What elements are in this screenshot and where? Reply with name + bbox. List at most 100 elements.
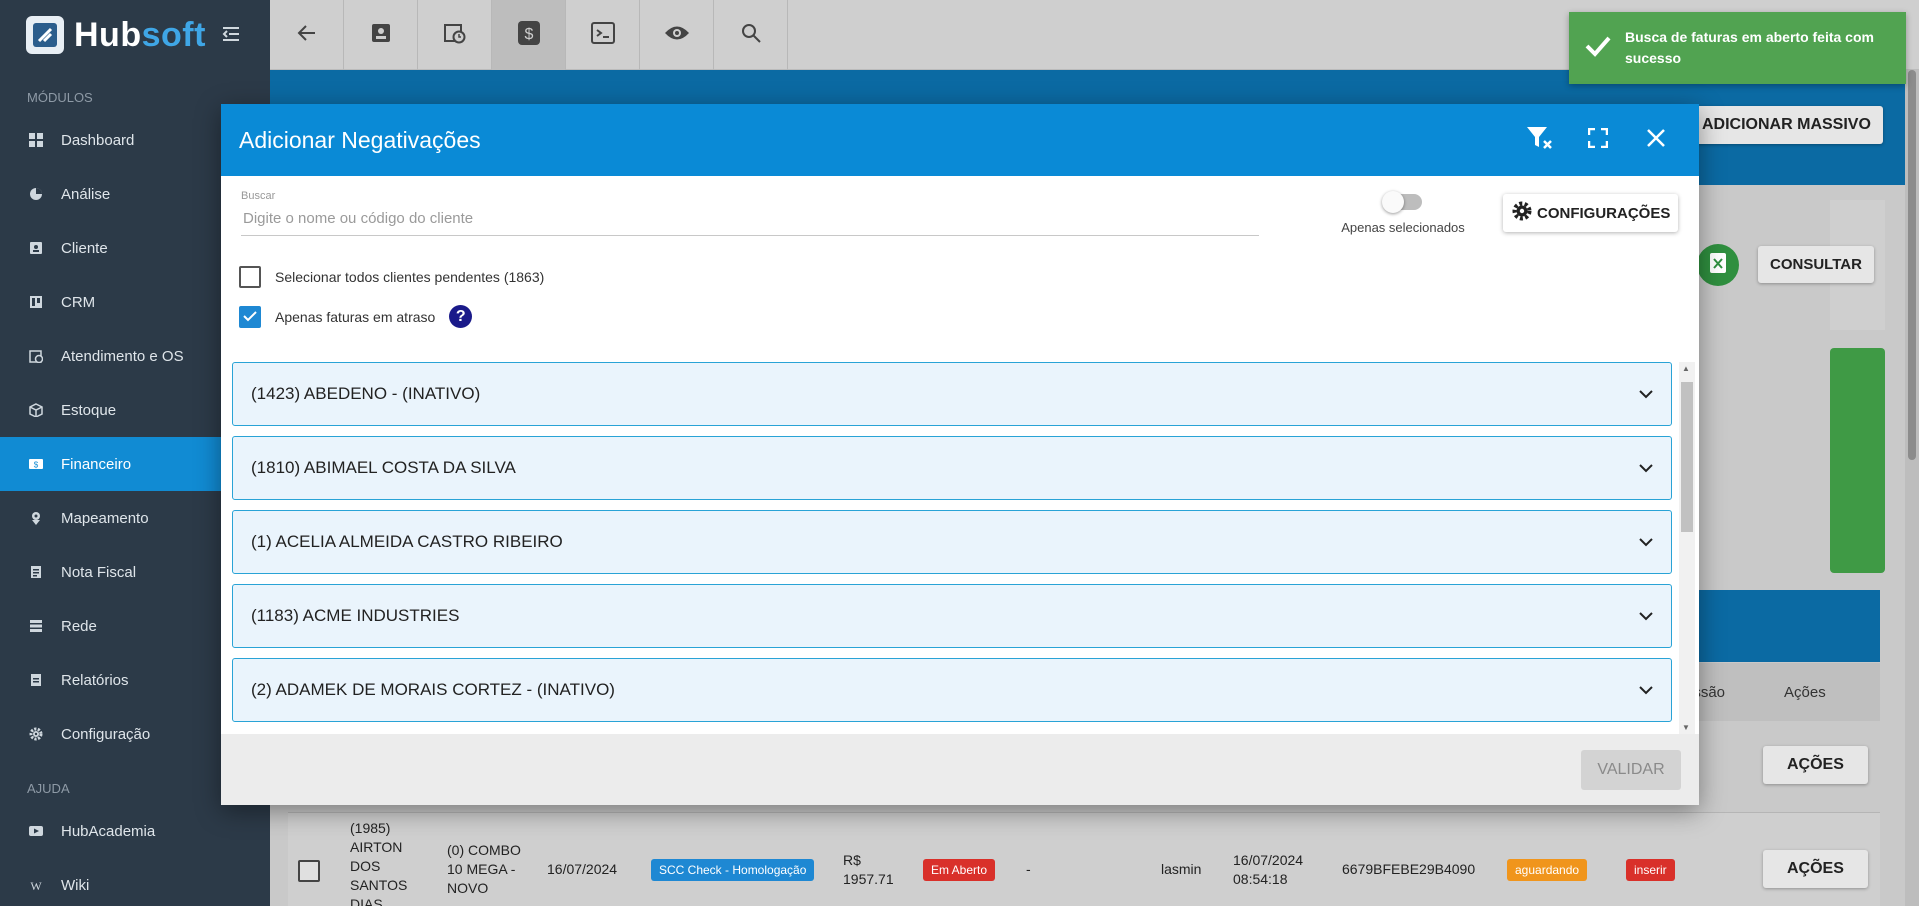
row-value: R$ 1957.71 [843, 852, 894, 887]
only-overdue-row[interactable]: Apenas faturas em atraso ? [239, 305, 473, 328]
finance-button[interactable]: $ [492, 0, 566, 70]
search-icon [740, 22, 762, 49]
toggle-knob [1382, 191, 1404, 213]
sidebar-item-label: Relatórios [61, 671, 129, 689]
configuracoes-button[interactable]: CONFIGURAÇÕES [1503, 194, 1679, 232]
client-button[interactable] [344, 0, 418, 70]
dollar-icon: $ [517, 20, 541, 51]
terminal-button[interactable] [566, 0, 640, 70]
client-item[interactable]: (1810) ABIMAEL COSTA DA SILVA [232, 436, 1672, 500]
modal-body: Buscar Apenas selecionados CONFIGURAÇÕES… [221, 176, 1699, 734]
toast-message: Busca de faturas em aberto feita com suc… [1625, 29, 1874, 66]
client-name: (1183) ACME INDUSTRIES [251, 606, 460, 625]
acoes-button[interactable]: AÇÕES [1763, 746, 1868, 784]
kanban-icon [27, 293, 45, 311]
select-all-checkbox[interactable] [239, 266, 261, 288]
row-datetime: 16/07/2024 08:54:18 [1233, 852, 1304, 887]
schedule-button[interactable] [418, 0, 492, 70]
summary-card [1830, 348, 1885, 573]
success-toast[interactable]: Busca de faturas em aberto feita com suc… [1569, 12, 1906, 84]
wiki-icon: W [27, 876, 45, 894]
sidebar-item-label: Atendimento e OS [61, 347, 184, 365]
terminal-icon [590, 21, 615, 49]
chevron-down-icon[interactable] [1639, 384, 1653, 404]
sidebar-item-hubacademia[interactable]: HubAcademia [0, 804, 270, 858]
collapse-menu-icon[interactable] [222, 24, 240, 47]
money-icon: $ [27, 455, 45, 473]
sidebar-item-label: Estoque [61, 401, 117, 419]
calendar-clock-icon [27, 347, 45, 365]
client-item[interactable]: (1) ACELIA ALMEIDA CASTRO RIBEIRO [232, 510, 1672, 574]
dashboard-icon [27, 131, 45, 149]
list-scrollbar-thumb[interactable] [1681, 382, 1693, 532]
sidebar-item-label: Rede [61, 617, 97, 635]
client-name: (1) ACELIA ALMEIDA CASTRO RIBEIRO [251, 532, 563, 551]
only-selected-toggle[interactable] [1382, 191, 1422, 213]
search-label: Buscar [241, 190, 276, 202]
scroll-up-arrow-icon[interactable]: ▲ [1682, 364, 1690, 373]
row-checkbox[interactable] [298, 860, 320, 882]
row-code: 6679BFEBE29B4090 [1342, 861, 1476, 877]
eye-icon [664, 24, 690, 47]
search-input[interactable] [241, 202, 1259, 236]
checkmark-icon [1585, 35, 1611, 62]
close-button[interactable] [1641, 125, 1671, 155]
arrow-left-icon [296, 22, 318, 49]
logo[interactable]: Hubsoft [0, 0, 270, 70]
list-scrollbar[interactable]: ▲ ▼ [1679, 362, 1695, 734]
row-acoes-button[interactable]: AÇÕES [1763, 850, 1868, 888]
only-selected-label: Apenas selecionados [1341, 220, 1465, 235]
add-massive-button[interactable]: ADICIONAR MASSIVO [1690, 106, 1883, 144]
help-icon[interactable]: ? [449, 305, 473, 328]
sidebar-item-label: HubAcademia [61, 822, 156, 840]
chevron-down-icon[interactable] [1639, 458, 1653, 478]
play-icon [27, 822, 45, 840]
pie-chart-icon [27, 185, 45, 203]
chevron-down-icon[interactable] [1639, 532, 1653, 552]
search-button[interactable] [714, 0, 788, 70]
client-name: (2) ADAMEK DE MORAIS CORTEZ - (INATIVO) [251, 680, 615, 699]
action-badge: inserir [1626, 859, 1675, 881]
report-icon [27, 671, 45, 689]
export-excel-button[interactable] [1697, 244, 1739, 286]
status-badge: Em Aberto [923, 859, 996, 881]
validar-button[interactable]: VALIDAR [1581, 750, 1681, 790]
modal-title: Adicionar Negativações [239, 126, 481, 153]
chevron-down-icon[interactable] [1639, 606, 1653, 626]
row-date: 16/07/2024 [547, 861, 618, 877]
chevron-down-icon[interactable] [1639, 680, 1653, 700]
check-icon [243, 309, 257, 325]
client-item[interactable]: (1423) ABEDENO - (INATIVO) [232, 362, 1672, 426]
consultar-button[interactable]: CONSULTAR [1758, 246, 1874, 283]
only-overdue-checkbox[interactable] [239, 305, 261, 328]
page-scrollbar-thumb[interactable] [1908, 70, 1916, 460]
sidebar-item-wiki[interactable]: W Wiki [0, 858, 270, 906]
sidebar-item-label: Análise [61, 185, 111, 203]
calendar-clock-icon [443, 21, 467, 50]
select-all-row[interactable]: Selecionar todos clientes pendentes (186… [239, 266, 544, 288]
back-button[interactable] [270, 0, 344, 70]
only-selected-toggle-group: Apenas selecionados [1303, 191, 1503, 235]
sidebar-item-label: Wiki [61, 876, 90, 894]
filter-remove-icon [1526, 125, 1554, 156]
fullscreen-button[interactable] [1583, 125, 1613, 155]
sidebar-item-label: CRM [61, 293, 96, 311]
scroll-down-arrow-icon[interactable]: ▼ [1682, 723, 1690, 732]
clear-filter-button[interactable] [1525, 125, 1555, 155]
sidebar-item-label: Dashboard [61, 131, 135, 149]
client-list: (1423) ABEDENO - (INATIVO) (1810) ABIMAE… [232, 362, 1695, 734]
sidebar-item-label: Mapeamento [61, 509, 149, 527]
svg-text:W: W [30, 879, 42, 892]
contact-card-icon [27, 239, 45, 257]
client-name: (1423) ABEDENO - (INATIVO) [251, 384, 481, 403]
view-button[interactable] [640, 0, 714, 70]
page-scrollbar[interactable] [1905, 70, 1919, 906]
client-item[interactable]: (2) ADAMEK DE MORAIS CORTEZ - (INATIVO) [232, 658, 1672, 722]
client-item[interactable]: (1183) ACME INDUSTRIES [232, 584, 1672, 648]
configuracoes-label: CONFIGURAÇÕES [1537, 204, 1671, 222]
svg-text:$: $ [34, 461, 39, 470]
logo-text: Hubsoft [74, 15, 206, 54]
gear-icon [27, 725, 45, 743]
excel-icon [1709, 252, 1727, 279]
client-name: (1810) ABIMAEL COSTA DA SILVA [251, 458, 516, 477]
